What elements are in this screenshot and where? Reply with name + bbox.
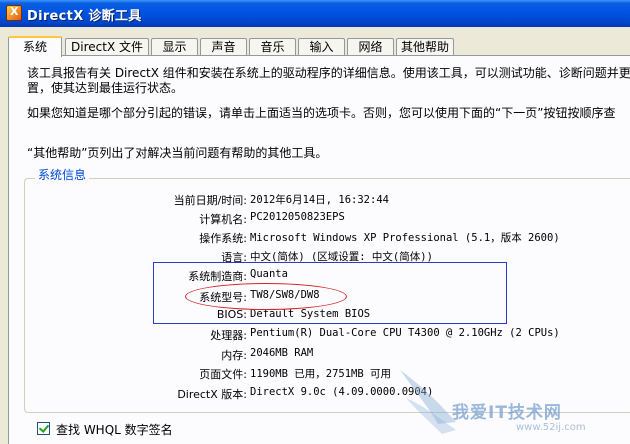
tab-display[interactable]: 显示 [151, 38, 198, 55]
description-line-3: 如果您知道是哪个部分引起的错误，请单击上面适当的选项卡。否则，您可以使用下面的“… [27, 106, 616, 120]
info-row-page-file: 页面文件: 1190MB 已用，2751MB 可用 [0, 366, 630, 381]
info-label: 计算机名: [199, 213, 247, 226]
watermark-wings-icon [400, 370, 456, 434]
info-value: 2012年6月14日, 16:32:44 [250, 194, 389, 206]
description-line-4: “其他帮助”页列出了对解决当前问题有帮助的其他工具。 [27, 146, 328, 160]
tab-sound[interactable]: 声音 [200, 38, 247, 55]
info-value: 2046MB RAM [250, 347, 314, 359]
info-row-datetime: 当前日期/时间: 2012年6月14日, 16:32:44 [0, 192, 630, 207]
info-row-memory: 内存: 2046MB RAM [0, 347, 630, 362]
highlight-ellipse [185, 283, 347, 310]
tab-directx-files[interactable]: DirectX 文件 [65, 38, 149, 55]
info-row-computer-name: 计算机名: PC2012050823EPS [0, 211, 630, 226]
directx-app-icon [6, 5, 22, 21]
tab-input[interactable]: 输入 [298, 38, 345, 55]
tab-system[interactable]: 系统 [8, 36, 62, 57]
info-label: 页面文件: [199, 368, 247, 381]
tab-network[interactable]: 网络 [347, 38, 394, 55]
tab-music[interactable]: 音乐 [249, 38, 296, 55]
watermark-url: www.52ij.com [516, 422, 586, 433]
info-label: 内存: [221, 349, 247, 362]
info-label: 当前日期/时间: [173, 194, 247, 207]
window-title: DirectX 诊断工具 [27, 9, 142, 24]
info-value: Microsoft Windows XP Professional (5.1，版… [250, 232, 560, 244]
info-value: PC2012050823EPS [250, 211, 345, 223]
whql-checkbox[interactable] [37, 422, 50, 435]
watermark-text: 我爱IT技术网 [452, 403, 562, 423]
info-value: 1190MB 已用，2751MB 可用 [250, 368, 392, 380]
whql-checkbox-label[interactable]: 查找 WHQL 数字签名 [56, 421, 173, 438]
info-label: 操作系统: [199, 232, 247, 245]
info-label: 处理器: [210, 329, 247, 342]
system-info-group-label: 系统信息 [35, 166, 90, 183]
info-row-processor: 处理器: Pentium(R) Dual-Core CPU T4300 @ 2.… [0, 327, 630, 342]
info-row-os: 操作系统: Microsoft Windows XP Professional … [0, 230, 630, 245]
tab-more-help[interactable]: 其他帮助 [396, 38, 454, 55]
info-value: Pentium(R) Dual-Core CPU T4300 @ 2.10GHz… [250, 327, 560, 339]
description-line-2: 置，使其达到最佳运行状态。 [27, 81, 184, 95]
info-label: DirectX 版本: [177, 388, 247, 401]
title-bar[interactable]: DirectX 诊断工具 [0, 0, 630, 27]
